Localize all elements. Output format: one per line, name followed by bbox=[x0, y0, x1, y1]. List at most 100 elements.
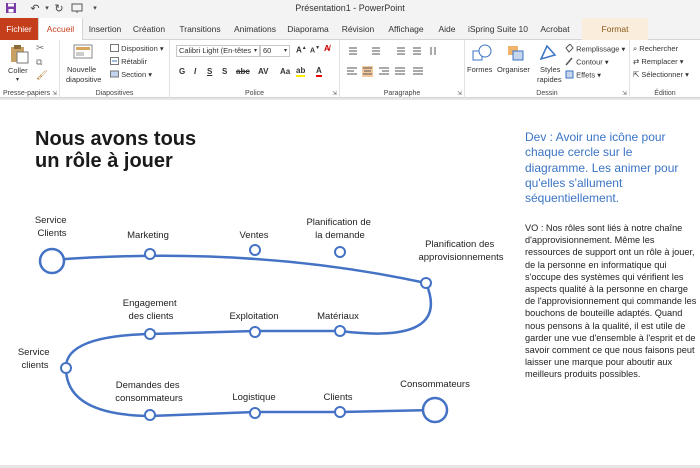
paste-button[interactable]: Coller bbox=[8, 66, 28, 75]
find-button[interactable]: ⌕ Rechercher bbox=[633, 44, 678, 54]
node-service-clients-2[interactable] bbox=[60, 362, 72, 374]
paragraph-label: Paragraphe bbox=[383, 90, 421, 97]
voiceover-textbox[interactable]: VO : Nos rôles sont liés à notre chaîne … bbox=[525, 222, 697, 381]
cut-icon[interactable]: ✂ bbox=[36, 43, 44, 54]
copy-icon[interactable]: ⧉ bbox=[36, 57, 42, 68]
editing-group: ⌕ Rechercher ⇄ Remplacer ▾ ⇱ Sélectionne… bbox=[630, 40, 700, 98]
new-slide-label-2[interactable]: diapositive bbox=[66, 75, 101, 84]
font-name-dropdown-icon: ▾ bbox=[253, 48, 257, 54]
supply-chain-diagram[interactable]: Service Clients Marketing Ventes Planifi… bbox=[0, 200, 520, 460]
tab-insert[interactable]: Insertion bbox=[83, 18, 127, 40]
paste-dropdown-icon[interactable]: ▾ bbox=[16, 76, 19, 83]
clipboard-launcher-icon[interactable]: ⇲ bbox=[52, 90, 57, 97]
tab-animations[interactable]: Animations bbox=[229, 18, 281, 40]
tab-file[interactable]: Fichier bbox=[0, 18, 38, 40]
new-slide-icon[interactable] bbox=[72, 43, 94, 63]
strikethrough-icon[interactable]: abc bbox=[236, 67, 250, 76]
label-materiaux: Matériaux bbox=[317, 311, 359, 322]
reset-button[interactable]: Rétablir bbox=[110, 57, 147, 67]
search-icon: ⌕ bbox=[633, 44, 638, 53]
quick-styles-label-2[interactable]: rapides bbox=[537, 75, 562, 84]
tab-transitions[interactable]: Transitions bbox=[171, 18, 229, 40]
tab-format[interactable]: Format bbox=[582, 18, 648, 40]
new-slide-label-1[interactable]: Nouvelle bbox=[67, 65, 96, 74]
node-logistique[interactable] bbox=[249, 407, 261, 419]
italic-icon[interactable]: I bbox=[194, 67, 196, 76]
node-consommateurs-end[interactable] bbox=[421, 396, 449, 424]
label-marketing: Marketing bbox=[127, 230, 169, 241]
label-logistique: Logistique bbox=[232, 392, 275, 403]
tab-review[interactable]: Révision bbox=[335, 18, 381, 40]
arrange-icon[interactable] bbox=[505, 43, 527, 63]
drawing-launcher-icon[interactable]: ⇲ bbox=[622, 90, 627, 97]
tab-view[interactable]: Affichage bbox=[381, 18, 431, 40]
char-spacing-icon[interactable]: AV bbox=[258, 67, 269, 76]
shadow-icon[interactable]: S bbox=[222, 67, 227, 76]
fill-bucket-icon bbox=[565, 43, 574, 55]
node-materiaux[interactable] bbox=[334, 325, 346, 337]
grow-font-icon[interactable]: A▲ bbox=[296, 45, 307, 55]
shape-effects-button[interactable]: Effets ▾ bbox=[565, 70, 601, 81]
bold-icon[interactable]: G bbox=[179, 67, 185, 76]
node-ventes[interactable] bbox=[249, 244, 261, 256]
node-planification-appro[interactable] bbox=[420, 277, 432, 289]
label-clients: Clients bbox=[323, 392, 352, 403]
shapes-button[interactable]: Formes bbox=[467, 65, 492, 74]
shape-outline-button[interactable]: Contour ▾ bbox=[565, 57, 609, 68]
paste-icon[interactable] bbox=[8, 44, 30, 64]
font-label: Police bbox=[244, 90, 265, 97]
font-launcher-icon[interactable]: ⇲ bbox=[332, 90, 337, 97]
shape-fill-button[interactable]: Remplissage ▾ bbox=[565, 43, 625, 55]
reset-icon bbox=[110, 57, 119, 67]
quick-styles-icon[interactable] bbox=[537, 43, 559, 63]
replace-button[interactable]: ⇄ Remplacer ▾ bbox=[633, 57, 684, 66]
slides-group: Nouvelle diapositive Disposition ▾ Rétab… bbox=[60, 40, 170, 98]
tab-design[interactable]: Création bbox=[127, 18, 171, 40]
font-name-combo[interactable]: Calibri Light (En-têtes ▾ bbox=[176, 45, 260, 57]
font-size-combo[interactable]: 60 ▾ bbox=[260, 45, 290, 57]
select-button[interactable]: ⇱ Sélectionner ▾ bbox=[633, 70, 689, 79]
node-service-clients-start[interactable] bbox=[38, 247, 66, 275]
node-engagement[interactable] bbox=[144, 328, 156, 340]
node-demandes[interactable] bbox=[144, 409, 156, 421]
change-case-icon[interactable]: Aa bbox=[280, 67, 290, 76]
outline-pen-icon bbox=[565, 57, 574, 68]
effects-icon bbox=[565, 70, 574, 81]
paragraph-launcher-icon[interactable]: ⇲ bbox=[457, 90, 462, 97]
tab-ispring[interactable]: iSpring Suite 10 bbox=[463, 18, 533, 40]
node-clients[interactable] bbox=[334, 406, 346, 418]
slides-label: Diapositives bbox=[95, 90, 134, 97]
label-service-clients-1: Service Clients bbox=[35, 215, 69, 239]
dev-note-textbox[interactable]: Dev : Avoir une icône pour chaque cercle… bbox=[525, 130, 695, 206]
drawing-label: Dessin bbox=[536, 90, 558, 97]
highlight-icon[interactable]: ab bbox=[296, 66, 306, 77]
clear-formatting-icon[interactable]: A̸ bbox=[324, 44, 330, 53]
label-planification-demande: Planification de la demande bbox=[306, 217, 373, 241]
tab-home[interactable]: Accueil bbox=[38, 18, 83, 41]
label-engagement: Engagement des clients bbox=[123, 298, 180, 322]
arrange-button[interactable]: Organiser bbox=[497, 65, 530, 74]
slide-canvas[interactable]: Nous avons tous un rôle à jouer Dev : Av… bbox=[0, 100, 700, 465]
node-exploitation[interactable] bbox=[249, 326, 261, 338]
node-planification-demande[interactable] bbox=[334, 246, 346, 258]
tab-slideshow[interactable]: Diaporama bbox=[281, 18, 335, 40]
paragraph-row1-icons bbox=[349, 47, 436, 55]
shrink-font-icon[interactable]: A▼ bbox=[310, 45, 320, 54]
font-color-icon[interactable]: A bbox=[316, 66, 322, 77]
clipboard-group: Coller ▾ ✂ ⧉ 🖌 Presse-papiers ⇲ bbox=[0, 40, 60, 98]
layout-button[interactable]: Disposition ▾ bbox=[110, 44, 164, 54]
section-button[interactable]: Section ▾ bbox=[110, 70, 152, 80]
tab-help[interactable]: Aide bbox=[431, 18, 463, 40]
paragraph-row2-icons bbox=[347, 66, 423, 77]
editing-label: Édition bbox=[654, 90, 676, 97]
window-title: Présentation1 - PowerPoint bbox=[295, 3, 405, 13]
font-group: Calibri Light (En-têtes ▾ 60 ▾ A▲ A▼ A̸ G … bbox=[170, 40, 340, 98]
node-marketing[interactable] bbox=[144, 248, 156, 260]
label-consommateurs: Consommateurs bbox=[400, 379, 470, 390]
format-painter-icon[interactable]: 🖌 bbox=[36, 70, 47, 81]
quick-styles-label-1[interactable]: Styles bbox=[540, 65, 560, 74]
tab-acrobat[interactable]: Acrobat bbox=[533, 18, 577, 40]
slide-title[interactable]: Nous avons tous un rôle à jouer bbox=[35, 128, 255, 172]
underline-icon[interactable]: S bbox=[207, 67, 212, 76]
shapes-icon[interactable] bbox=[471, 43, 493, 63]
